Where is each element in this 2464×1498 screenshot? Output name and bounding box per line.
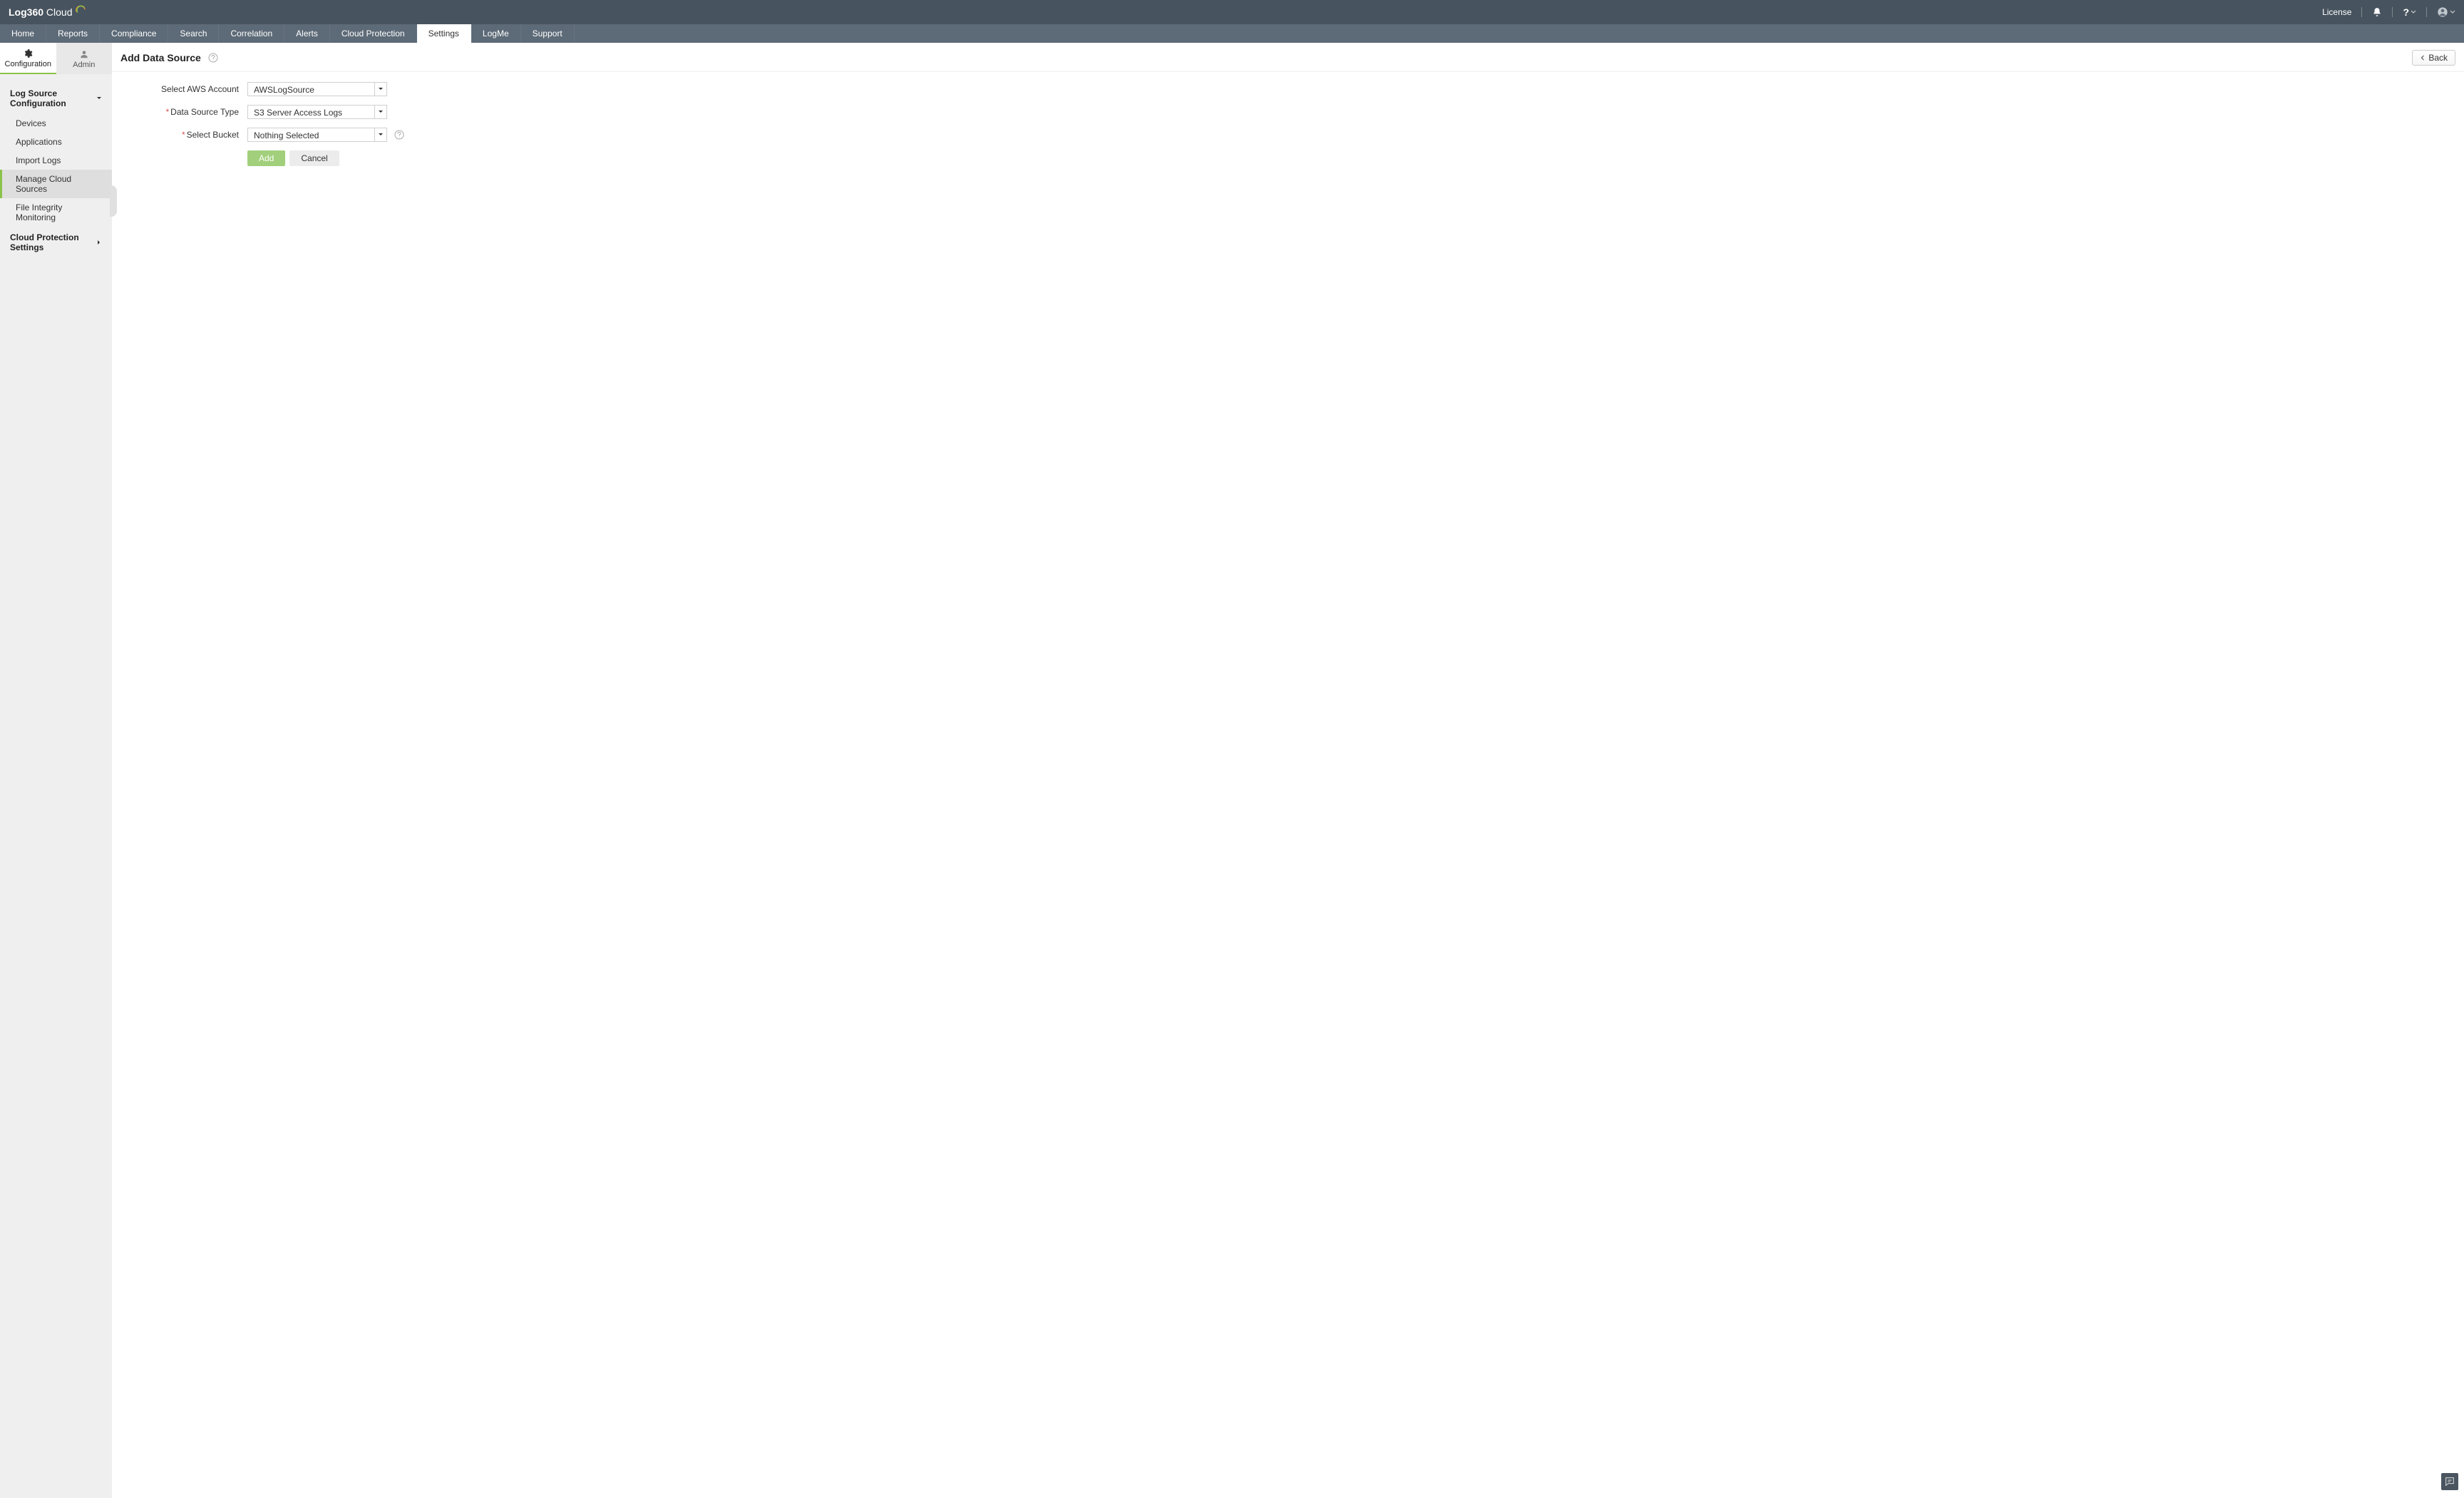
separator: [2392, 7, 2393, 17]
nav-tab-search[interactable]: Search: [168, 24, 219, 43]
cancel-button[interactable]: Cancel: [289, 150, 339, 166]
nav-tab-reports[interactable]: Reports: [46, 24, 100, 43]
data-source-type-label: *Data Source Type: [140, 107, 247, 117]
data-source-type-select[interactable]: S3 Server Access Logs: [247, 105, 387, 119]
nav-tab-support[interactable]: Support: [521, 24, 575, 43]
sidebar-section-log-source-configuration[interactable]: Log Source Configuration: [0, 83, 112, 114]
chat-icon[interactable]: [2441, 1473, 2458, 1490]
user-circle-icon: [2437, 6, 2448, 18]
page-title: Add Data Source: [120, 52, 201, 63]
select-bucket-help-icon[interactable]: [394, 130, 404, 140]
nav-tab-logme[interactable]: LogMe: [471, 24, 521, 43]
top-header: Log360 Cloud License ?: [0, 0, 2464, 24]
help-menu[interactable]: ?: [2403, 6, 2416, 18]
sub-tab-label: Admin: [73, 61, 95, 69]
chevron-left-icon: [2420, 55, 2426, 61]
page-header: Add Data Source Back: [112, 43, 2464, 72]
sub-tab-label: Configuration: [5, 60, 51, 68]
nav-tab-cloud-protection[interactable]: Cloud Protection: [330, 24, 417, 43]
logo-part1: Log360: [9, 6, 43, 18]
sidebar-item-import-logs[interactable]: Import Logs: [0, 151, 112, 170]
sidebar-item-devices[interactable]: Devices: [0, 114, 112, 133]
required-marker: *: [182, 130, 185, 140]
separator: [2426, 7, 2427, 17]
aws-account-label: Select AWS Account: [140, 84, 247, 94]
chevron-down-icon: [374, 105, 387, 119]
separator: [2361, 7, 2362, 17]
nav-tab-home[interactable]: Home: [0, 24, 46, 43]
form: Select AWS Account AWSLogSource *Data So…: [112, 72, 611, 176]
profile-menu[interactable]: [2437, 6, 2455, 18]
sub-nav: Configuration Admin: [0, 43, 112, 74]
back-button[interactable]: Back: [2412, 50, 2455, 66]
select-bucket-select[interactable]: Nothing Selected: [247, 128, 387, 142]
sidebar: Log Source Configuration Devices Applica…: [0, 74, 112, 258]
bell-icon[interactable]: [2372, 7, 2382, 17]
sub-tab-admin[interactable]: Admin: [56, 43, 113, 74]
sidebar-item-file-integrity-monitoring[interactable]: File Integrity Monitoring: [0, 198, 112, 227]
top-right: License ?: [2322, 6, 2455, 18]
chevron-down-icon: [2411, 9, 2416, 15]
logo-swirl-icon: [76, 4, 86, 14]
nav-tab-alerts[interactable]: Alerts: [284, 24, 330, 43]
license-link[interactable]: License: [2322, 7, 2351, 17]
gear-icon: [23, 48, 33, 58]
caret-right-icon: [96, 237, 102, 247]
add-button[interactable]: Add: [247, 150, 285, 166]
nav-tab-compliance[interactable]: Compliance: [100, 24, 168, 43]
sub-tab-configuration[interactable]: Configuration: [0, 43, 56, 74]
caret-down-icon: [96, 93, 102, 103]
main-area: Add Data Source Back Select AWS Account …: [112, 43, 2464, 1498]
select-bucket-label: *Select Bucket: [140, 130, 247, 140]
sidebar-item-applications[interactable]: Applications: [0, 133, 112, 151]
sidebar-collapse-handle[interactable]: [110, 185, 117, 217]
left-column: Configuration Admin Log Source Configura…: [0, 43, 112, 1498]
sidebar-item-manage-cloud-sources[interactable]: Manage Cloud Sources: [0, 170, 112, 198]
logo-text: Log360 Cloud: [9, 6, 73, 18]
nav-tab-correlation[interactable]: Correlation: [219, 24, 284, 43]
chevron-down-icon: [2450, 9, 2455, 15]
nav-tab-settings[interactable]: Settings: [417, 24, 471, 43]
required-marker: *: [165, 107, 169, 117]
page-help-icon[interactable]: [208, 53, 218, 63]
help-icon: ?: [2403, 6, 2409, 18]
main-nav: Home Reports Compliance Search Correlati…: [0, 24, 2464, 43]
chevron-down-icon: [374, 128, 387, 142]
logo: Log360 Cloud: [9, 4, 86, 20]
sidebar-section-cloud-protection-settings[interactable]: Cloud Protection Settings: [0, 227, 112, 258]
aws-account-select[interactable]: AWSLogSource: [247, 82, 387, 96]
chevron-down-icon: [374, 82, 387, 96]
user-icon: [79, 49, 89, 59]
logo-part2: Cloud: [46, 6, 73, 18]
